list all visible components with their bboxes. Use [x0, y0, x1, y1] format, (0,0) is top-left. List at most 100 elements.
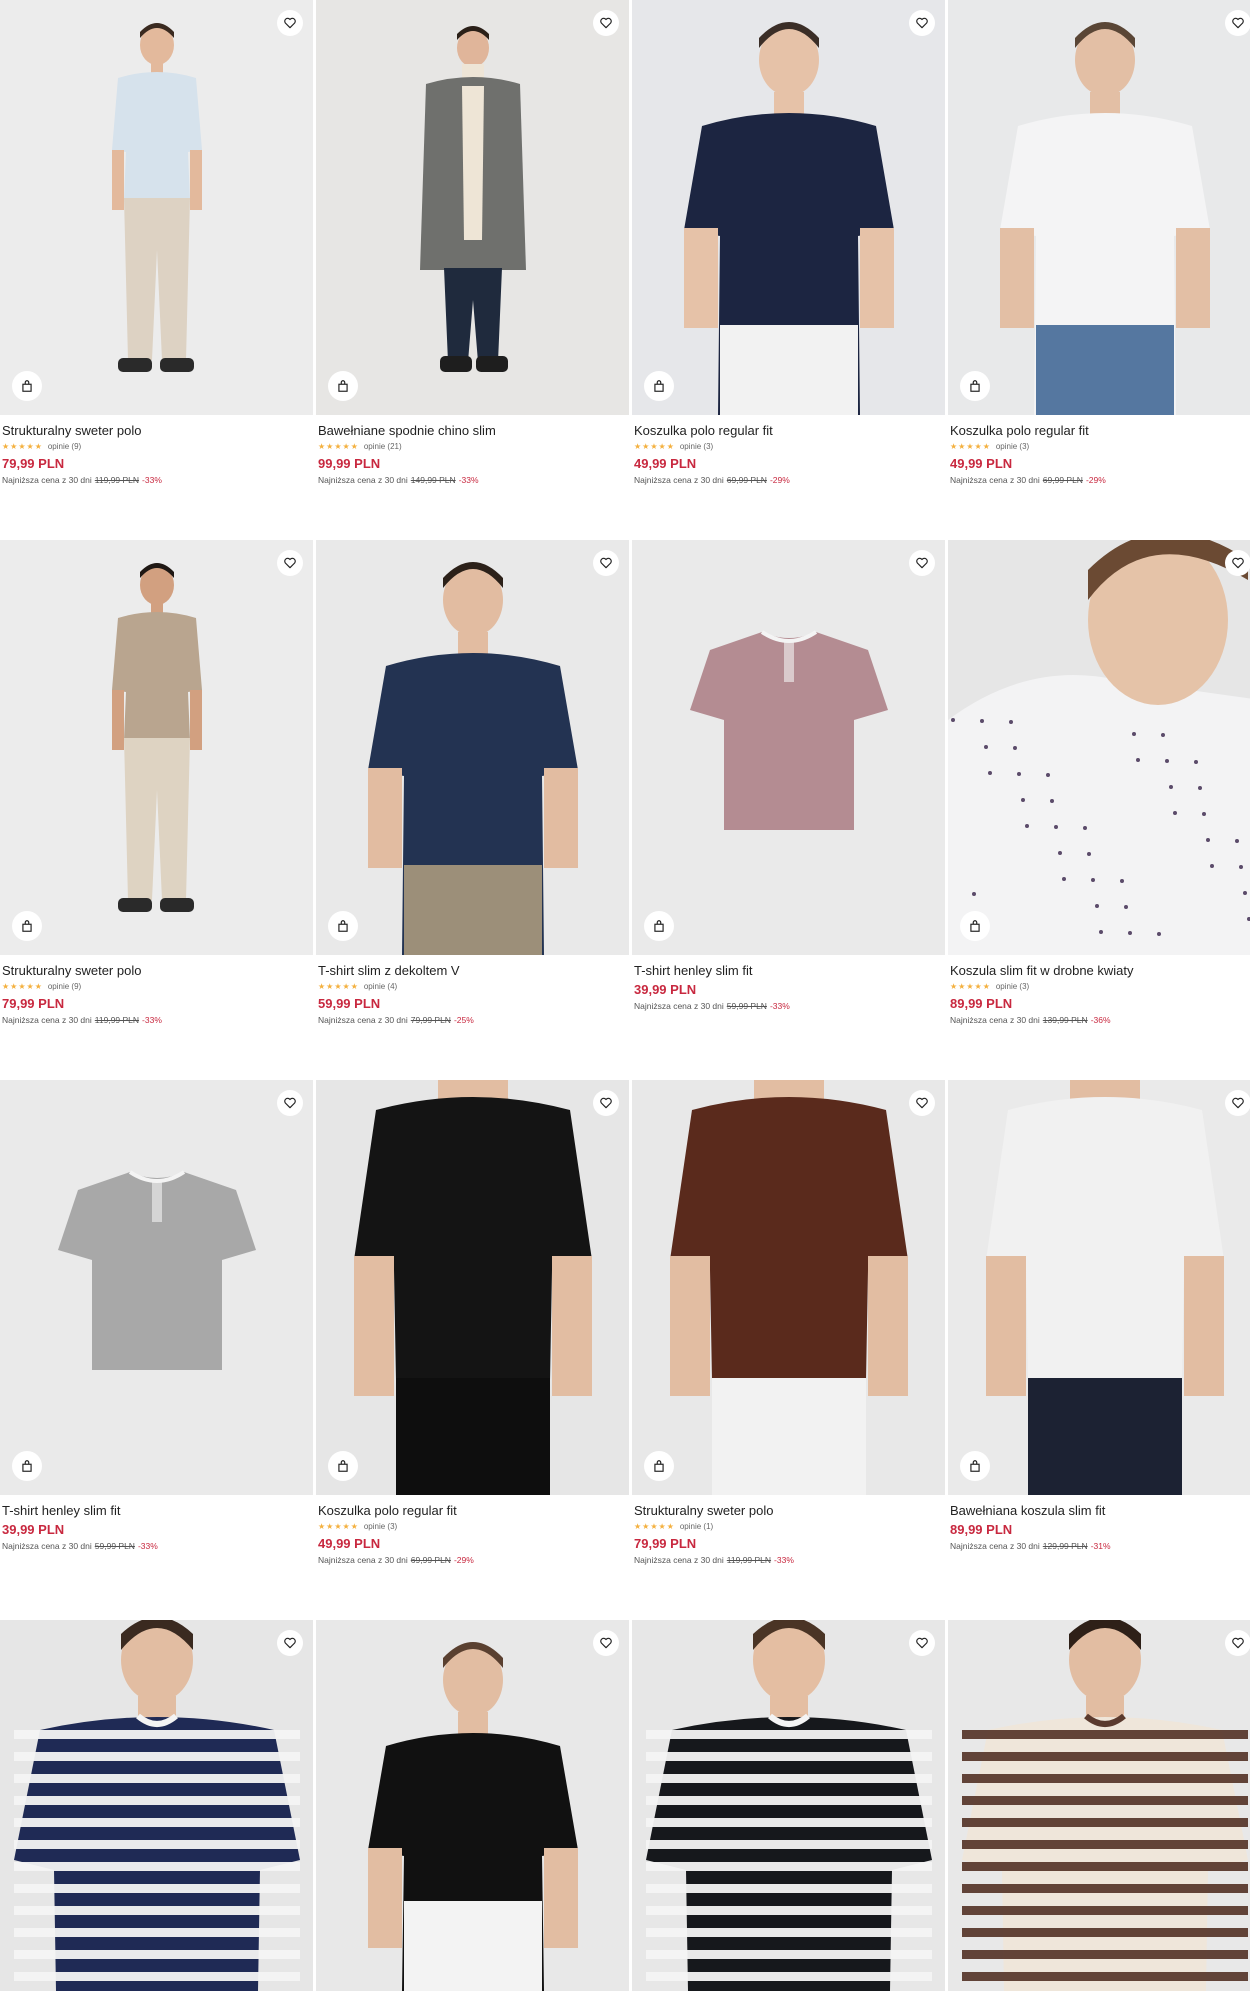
product-photo[interactable]	[316, 1080, 629, 1495]
product-photo[interactable]	[316, 1620, 629, 1991]
product-card[interactable]: T-shirt henley slim fit 39,99 PLN Najniżs…	[0, 1080, 313, 1620]
heart-icon[interactable]	[593, 10, 619, 36]
heart-icon[interactable]	[909, 1630, 935, 1656]
old-price: 149,99 PLN	[410, 475, 456, 485]
heart-icon[interactable]	[1225, 10, 1250, 36]
product-info: Strukturalny sweter polo ★★★★★ opinie (9…	[0, 415, 313, 486]
product-card[interactable]: T-shirt henley slim fit 39,99 PLN Najniżs…	[632, 540, 945, 1080]
heart-icon[interactable]	[593, 1630, 619, 1656]
review-count[interactable]: opinie (4)	[364, 981, 397, 993]
heart-icon[interactable]	[277, 10, 303, 36]
shopping-bag-icon[interactable]	[328, 1451, 358, 1481]
product-photo[interactable]	[948, 1620, 1250, 1991]
product-photo[interactable]	[632, 1620, 945, 1991]
product-photo[interactable]	[316, 0, 629, 415]
product-name[interactable]: Koszula slim fit w drobne kwiaty	[950, 963, 1250, 979]
shopping-bag-icon[interactable]	[12, 911, 42, 941]
shopping-bag-icon[interactable]	[12, 371, 42, 401]
product-name[interactable]: Strukturalny sweter polo	[634, 1503, 943, 1519]
shopping-bag-icon[interactable]	[328, 371, 358, 401]
review-count[interactable]: opinie (21)	[364, 441, 402, 453]
product-name[interactable]: T-shirt slim z dekoltem V	[318, 963, 627, 979]
lowest-price-info: Najniższa cena z 30 dni 79,99 PLN -25%	[318, 1015, 627, 1026]
product-photo[interactable]	[948, 540, 1250, 955]
product-info: T-shirt slim z dekoltem V ★★★★★ opinie (…	[316, 955, 629, 1026]
product-card[interactable]	[0, 1620, 313, 1991]
shopping-bag-icon[interactable]	[644, 371, 674, 401]
product-name[interactable]: Koszulka polo regular fit	[950, 423, 1250, 439]
product-rating: ★★★★★ opinie (3)	[950, 441, 1250, 453]
product-card[interactable]: Strukturalny sweter polo ★★★★★ opinie (9…	[0, 0, 313, 540]
product-card[interactable]: Koszula slim fit w drobne kwiaty ★★★★★ o…	[948, 540, 1250, 1080]
product-photo[interactable]	[632, 540, 945, 955]
product-name[interactable]: Koszulka polo regular fit	[318, 1503, 627, 1519]
product-price: 99,99 PLN	[318, 456, 381, 471]
heart-icon[interactable]	[909, 1090, 935, 1116]
product-name[interactable]: Bawełniane spodnie chino slim	[318, 423, 627, 439]
product-photo[interactable]	[0, 1620, 313, 1991]
review-count[interactable]: opinie (9)	[48, 441, 81, 453]
product-photo[interactable]	[632, 0, 945, 415]
product-name[interactable]: Strukturalny sweter polo	[2, 423, 311, 439]
heart-icon[interactable]	[909, 550, 935, 576]
product-photo-figure	[632, 540, 945, 955]
product-rating: ★★★★★ opinie (21)	[318, 441, 627, 453]
shopping-bag-icon[interactable]	[960, 1451, 990, 1481]
product-name[interactable]: T-shirt henley slim fit	[2, 1503, 311, 1519]
lowest-price-label: Najniższa cena z 30 dni	[2, 1015, 92, 1025]
old-price: 69,99 PLN	[410, 1555, 451, 1565]
product-card[interactable]	[632, 1620, 945, 1991]
product-photo[interactable]	[0, 540, 313, 955]
review-count[interactable]: opinie (1)	[680, 1521, 713, 1533]
product-card[interactable]	[948, 1620, 1250, 1991]
old-price: 59,99 PLN	[94, 1541, 135, 1551]
product-card[interactable]	[316, 1620, 629, 1991]
shopping-bag-icon[interactable]	[960, 371, 990, 401]
shopping-bag-icon[interactable]	[644, 911, 674, 941]
shopping-bag-icon[interactable]	[328, 911, 358, 941]
product-photo[interactable]	[948, 0, 1250, 415]
product-photo[interactable]	[0, 0, 313, 415]
product-card[interactable]: T-shirt slim z dekoltem V ★★★★★ opinie (…	[316, 540, 629, 1080]
product-price: 49,99 PLN	[318, 1536, 381, 1551]
review-count[interactable]: opinie (3)	[996, 981, 1029, 993]
product-name[interactable]: T-shirt henley slim fit	[634, 963, 943, 979]
review-count[interactable]: opinie (9)	[48, 981, 81, 993]
heart-icon[interactable]	[593, 550, 619, 576]
discount-badge: -29%	[1085, 475, 1106, 485]
heart-icon[interactable]	[277, 1630, 303, 1656]
product-card[interactable]: Strukturalny sweter polo ★★★★★ opinie (9…	[0, 540, 313, 1080]
product-photo[interactable]	[0, 1080, 313, 1495]
heart-icon[interactable]	[909, 10, 935, 36]
heart-icon[interactable]	[277, 1090, 303, 1116]
shopping-bag-icon[interactable]	[644, 1451, 674, 1481]
product-photo[interactable]	[632, 1080, 945, 1495]
review-count[interactable]: opinie (3)	[996, 441, 1029, 453]
product-photo-figure	[632, 1620, 945, 1991]
product-card[interactable]: Strukturalny sweter polo ★★★★★ opinie (1…	[632, 1080, 945, 1620]
heart-icon[interactable]	[1225, 1090, 1250, 1116]
discount-badge: -33%	[774, 1555, 794, 1565]
product-card[interactable]: Koszulka polo regular fit ★★★★★ opinie (…	[316, 1080, 629, 1620]
heart-icon[interactable]	[1225, 1630, 1250, 1656]
heart-icon[interactable]	[1225, 550, 1250, 576]
product-photo-figure	[632, 0, 945, 415]
product-card[interactable]: Bawełniane spodnie chino slim ★★★★★ opin…	[316, 0, 629, 540]
shopping-bag-icon[interactable]	[960, 911, 990, 941]
review-count[interactable]: opinie (3)	[364, 1521, 397, 1533]
product-card-wrapper: T-shirt henley slim fit 39,99 PLN Najniżs…	[0, 1080, 313, 1620]
old-price: 69,99 PLN	[1042, 475, 1083, 485]
product-name[interactable]: Koszulka polo regular fit	[634, 423, 943, 439]
heart-icon[interactable]	[593, 1090, 619, 1116]
product-card[interactable]: Bawełniana koszula slim fit 89,99 PLN Naj…	[948, 1080, 1250, 1620]
shopping-bag-icon[interactable]	[12, 1451, 42, 1481]
product-photo-figure	[0, 1620, 313, 1991]
product-name[interactable]: Strukturalny sweter polo	[2, 963, 311, 979]
product-photo[interactable]	[948, 1080, 1250, 1495]
product-card[interactable]: Koszulka polo regular fit ★★★★★ opinie (…	[632, 0, 945, 540]
product-photo[interactable]	[316, 540, 629, 955]
review-count[interactable]: opinie (3)	[680, 441, 713, 453]
product-name[interactable]: Bawełniana koszula slim fit	[950, 1503, 1250, 1519]
heart-icon[interactable]	[277, 550, 303, 576]
product-card[interactable]: Koszulka polo regular fit ★★★★★ opinie (…	[948, 0, 1250, 540]
